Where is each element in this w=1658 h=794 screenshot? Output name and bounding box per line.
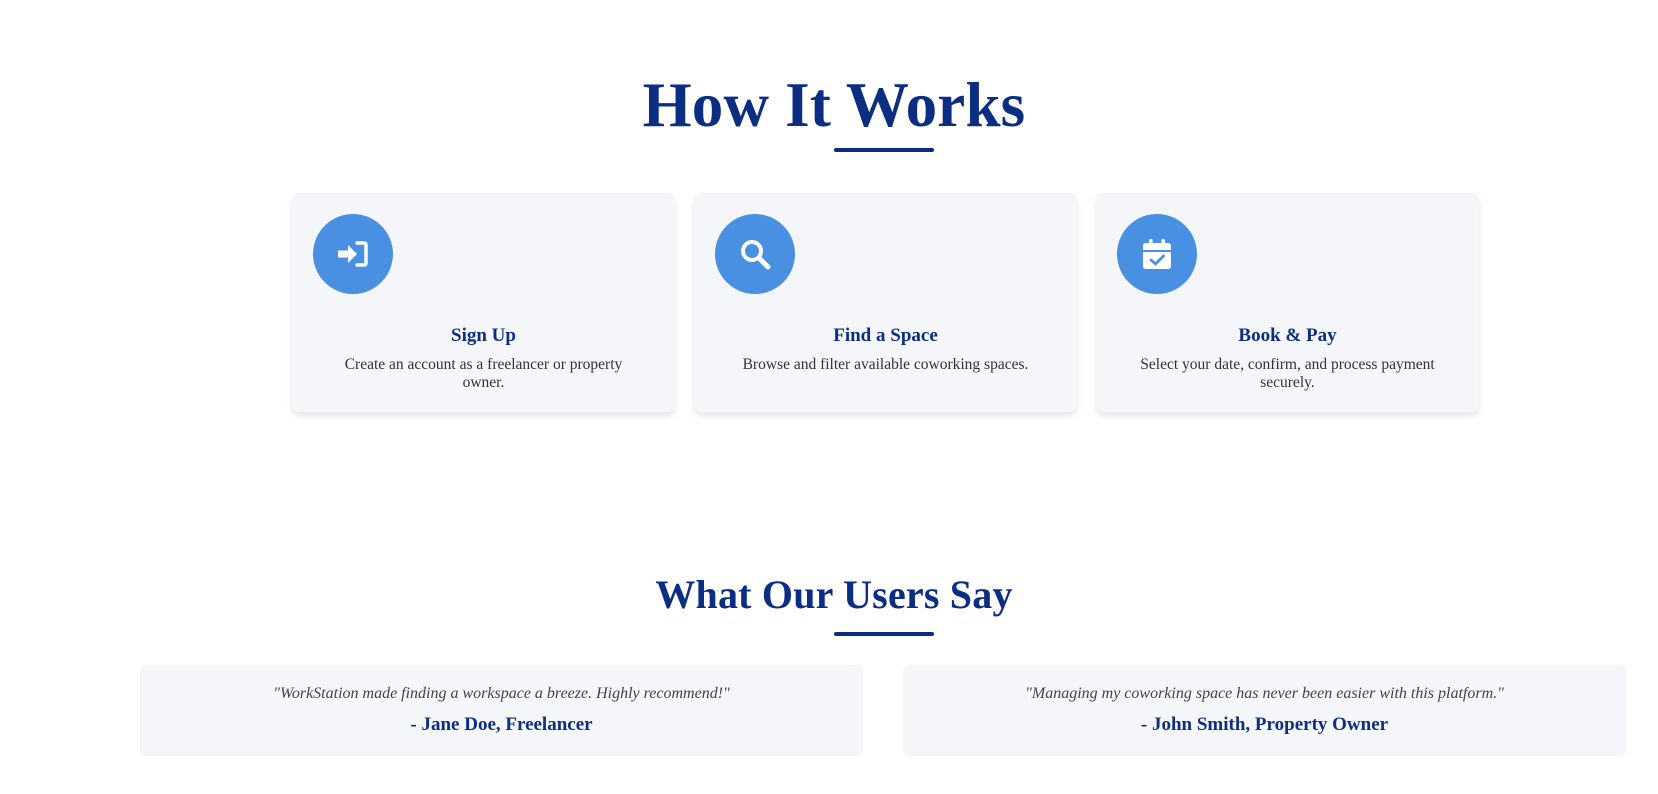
testimonial-author: - John Smith, Property Owner (1140, 714, 1389, 735)
step-description: Select your date, confirm, and process p… (1140, 356, 1435, 391)
calendar-check-icon (1117, 214, 1197, 294)
step-title: Book & Pay (1238, 325, 1337, 346)
testimonial-author: - Jane Doe, Freelancer (410, 714, 593, 735)
testimonial-card: "Managing my coworking space has never b… (903, 665, 1626, 756)
sign-in-icon (313, 214, 393, 294)
steps-row: Sign Up Create an account as a freelance… (292, 193, 1479, 412)
testimonial-quote: "WorkStation made finding a workspace a … (273, 685, 730, 702)
testimonial-card: "WorkStation made finding a workspace a … (140, 665, 863, 756)
testimonials-underline (834, 632, 934, 636)
testimonials-row: "WorkStation made finding a workspace a … (140, 665, 1626, 756)
how-it-works-underline (834, 148, 934, 152)
search-icon (715, 214, 795, 294)
testimonial-quote: "Managing my coworking space has never b… (1025, 685, 1504, 702)
step-card-sign-up: Sign Up Create an account as a freelance… (292, 193, 675, 412)
how-it-works-title: How It Works (642, 70, 1026, 140)
step-card-book-pay: Book & Pay Select your date, confirm, an… (1096, 193, 1479, 412)
step-title: Sign Up (451, 325, 516, 346)
testimonials-title: What Our Users Say (655, 572, 1013, 617)
step-description: Create an account as a freelancer or pro… (344, 356, 623, 391)
step-description: Browse and filter available coworking sp… (742, 356, 1029, 373)
step-title: Find a Space (833, 325, 938, 346)
step-card-find-space: Find a Space Browse and filter available… (694, 193, 1077, 412)
